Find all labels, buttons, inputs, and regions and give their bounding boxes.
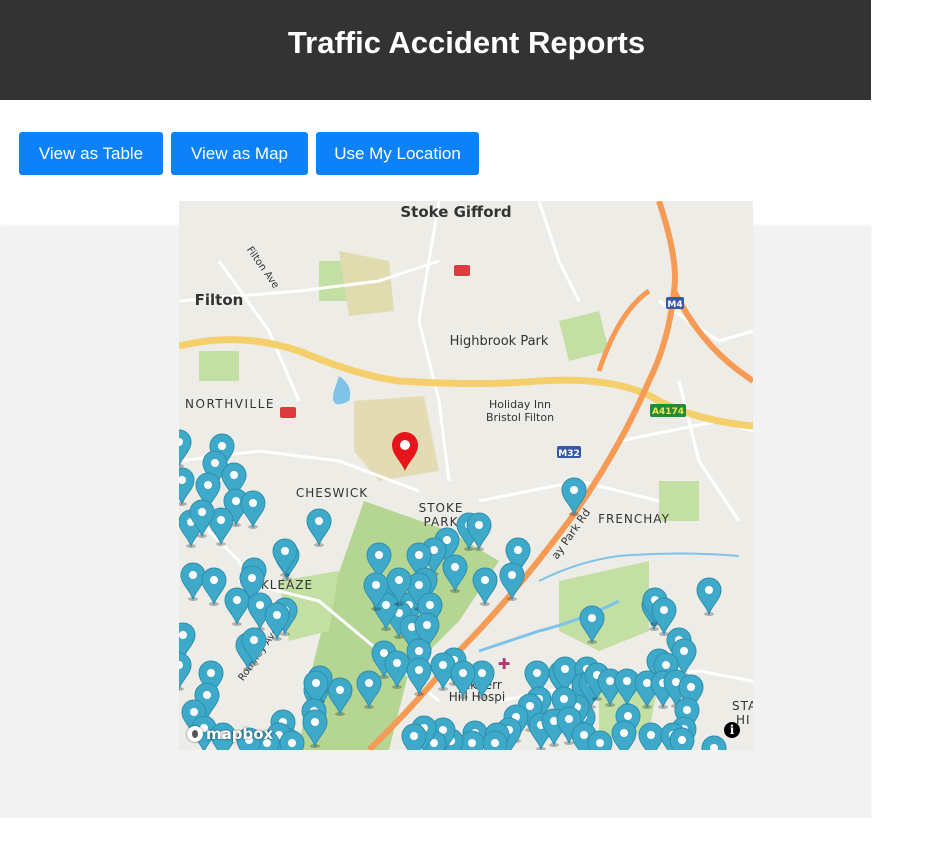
label-sta: STA bbox=[732, 699, 753, 713]
label-frenchay: FRENCHAY bbox=[598, 512, 670, 526]
label-highbrook-park: Highbrook Park bbox=[450, 334, 549, 349]
m32-shield-label: M32 bbox=[558, 449, 579, 459]
accident-marker[interactable] bbox=[279, 730, 305, 750]
app-header: Traffic Accident Reports bbox=[0, 0, 871, 100]
label-cheswick: CHESWICK bbox=[296, 486, 368, 500]
mapbox-attribution: mapbox bbox=[206, 725, 274, 743]
m4-shield-label: M4 bbox=[667, 300, 682, 310]
label-holiday-inn-line2: Bristol Filton bbox=[486, 411, 554, 424]
hospital-icon: ✚ bbox=[498, 655, 511, 673]
accident-marker[interactable] bbox=[669, 727, 695, 750]
label-stoke-gifford: Stoke Gifford bbox=[400, 203, 511, 221]
label-northville: NORTHVILLE bbox=[185, 397, 275, 411]
accident-map[interactable]: M4 A4174 M32 Stoke Gifford Filton Filton… bbox=[179, 201, 753, 750]
mapbox-logo-icon bbox=[187, 726, 203, 742]
label-park: PARK bbox=[424, 515, 459, 529]
mapbox-logo: mapbox bbox=[187, 725, 273, 743]
view-as-map-button[interactable]: View as Map bbox=[171, 132, 308, 175]
accident-marker[interactable] bbox=[401, 723, 427, 750]
accident-marker[interactable] bbox=[459, 730, 485, 750]
accident-marker[interactable] bbox=[482, 730, 508, 750]
accident-marker[interactable] bbox=[587, 730, 613, 750]
use-my-location-button[interactable]: Use My Location bbox=[316, 132, 479, 175]
info-icon[interactable]: i bbox=[724, 722, 740, 738]
label-filton: Filton bbox=[195, 291, 244, 309]
label-holiday-inn-line1: Holiday Inn bbox=[489, 398, 551, 411]
label-stoke: STOKE bbox=[419, 501, 464, 515]
a4174-shield-label: A4174 bbox=[652, 407, 684, 417]
view-as-table-button[interactable]: View as Table bbox=[19, 132, 163, 175]
page-title: Traffic Accident Reports bbox=[287, 25, 646, 60]
